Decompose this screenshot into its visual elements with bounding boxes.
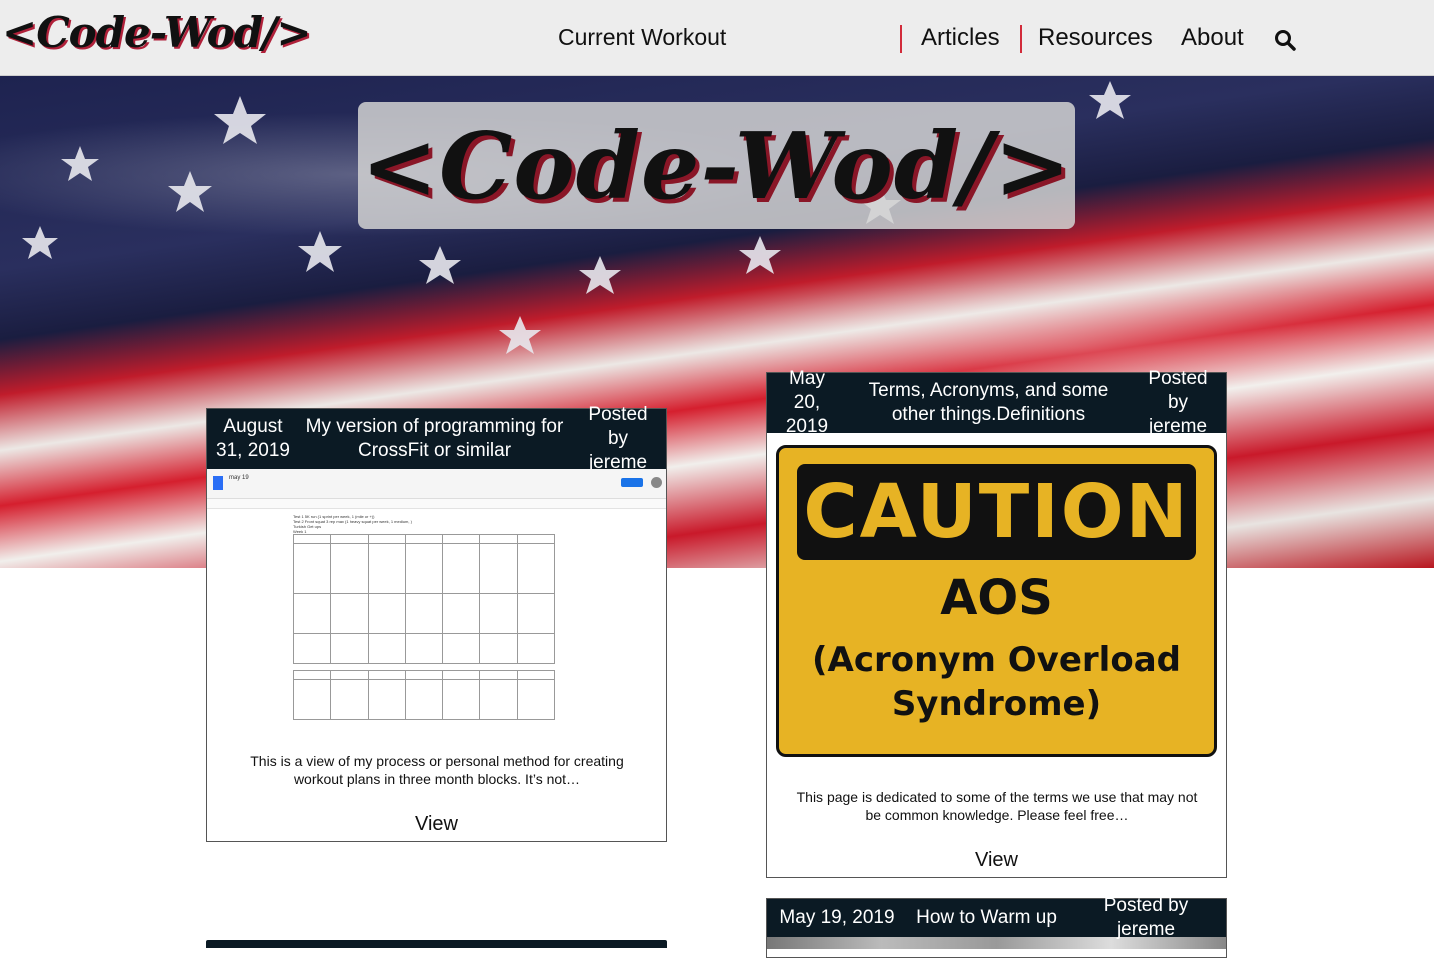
caution-main: AOS xyxy=(940,570,1053,626)
post-date: May 19, 2019 xyxy=(779,907,895,928)
site-logo[interactable]: <Code-Wod/> xyxy=(2,8,312,57)
nav-divider xyxy=(900,25,902,53)
search-icon[interactable] xyxy=(1273,28,1297,52)
post-date: May 20, 2019 xyxy=(785,368,829,437)
post-thumbnail-spreadsheet[interactable]: may 19 Test 1 5K run (1 sprint per week,… xyxy=(207,469,666,727)
avatar xyxy=(651,477,662,488)
caution-sub-line: (Acronym Overload xyxy=(812,640,1181,680)
hero-logo: <Code-Wod/> xyxy=(361,111,1072,220)
nav-divider xyxy=(1020,25,1022,53)
hero-logo-box: <Code-Wod/> xyxy=(358,102,1075,229)
nav-articles[interactable]: Articles xyxy=(921,24,1000,52)
post-card: August 31, 2019 My version of programmin… xyxy=(206,404,667,842)
doc-title: may 19 xyxy=(229,475,249,481)
post-title[interactable]: How to Warm up xyxy=(907,906,1066,930)
nav-about[interactable]: About xyxy=(1181,24,1244,52)
share-button xyxy=(621,478,643,487)
caution-sign-image[interactable]: CAUTION AOS (Acronym Overload Syndrome) xyxy=(776,445,1217,757)
doc-ruler xyxy=(207,499,666,509)
top-navbar: <Code-Wod/> Current Workout Articles Res… xyxy=(0,0,1434,76)
view-button[interactable]: View xyxy=(767,849,1226,872)
post-card: May 19, 2019 How to Warm up Posted by je… xyxy=(766,895,1227,958)
nav-resources[interactable]: Resources xyxy=(1038,24,1153,52)
post-date: August 31, 2019 xyxy=(216,416,290,461)
doc-page: Test 1 5K run (1 sprint per week, 1 (mil… xyxy=(292,514,556,727)
post-title[interactable]: Terms, Acronyms, and some other things.D… xyxy=(847,379,1130,427)
caution-band: CAUTION xyxy=(797,464,1196,560)
post-author: Posted by jereme xyxy=(1148,368,1208,437)
caution-sub-line: Syndrome) xyxy=(891,684,1102,724)
doc-toolbar: may 19 xyxy=(207,469,666,499)
view-button[interactable]: View xyxy=(207,813,666,836)
post-card: May 20, 2019 Terms, Acronyms, and some o… xyxy=(766,368,1227,878)
caution-heading: CAUTION xyxy=(803,469,1190,555)
nav-current-workout[interactable]: Current Workout xyxy=(558,24,726,51)
post-card-header: May 20, 2019 Terms, Acronyms, and some o… xyxy=(767,368,1226,437)
post-title[interactable]: My version of programming for CrossFit o… xyxy=(299,415,570,463)
post-author: Posted by jereme xyxy=(588,404,648,473)
post-card-header: May 19, 2019 How to Warm up Posted by je… xyxy=(767,895,1226,940)
post-author: Posted by jereme xyxy=(1103,895,1189,940)
doc-table xyxy=(292,534,556,664)
post-excerpt: This is a view of my process or personal… xyxy=(250,753,624,787)
post-excerpt: This page is dedicated to some of the te… xyxy=(796,789,1198,823)
caution-sub: (Acronym Overload Syndrome) xyxy=(779,638,1214,726)
post-card-header: August 31, 2019 My version of programmin… xyxy=(207,404,666,473)
docs-icon xyxy=(213,476,223,490)
doc-table xyxy=(292,670,556,720)
